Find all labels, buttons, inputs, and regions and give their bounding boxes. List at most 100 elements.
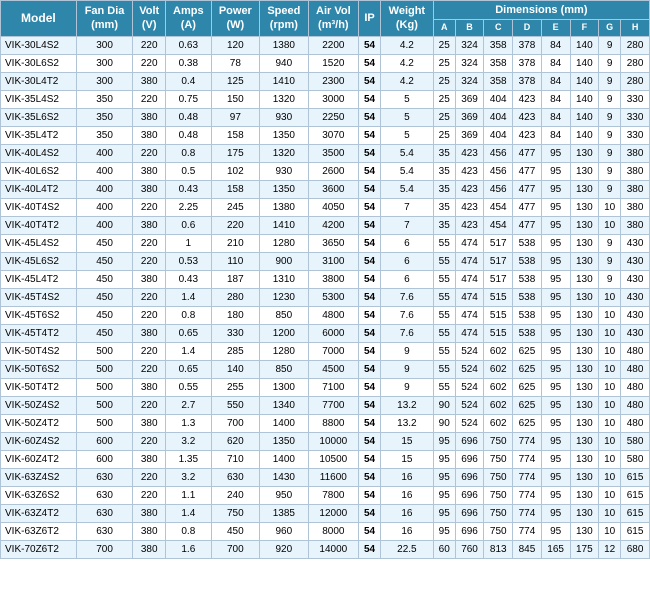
table-cell: 0.8 bbox=[166, 144, 212, 162]
table-cell: 369 bbox=[455, 126, 484, 144]
table-cell: 54 bbox=[359, 360, 381, 378]
table-cell: 380 bbox=[133, 324, 166, 342]
table-cell: 430 bbox=[621, 234, 650, 252]
table-row: VIK-63Z4S26302203.2630143011600541695696… bbox=[1, 468, 650, 486]
table-cell: 9 bbox=[599, 270, 621, 288]
table-cell: 450 bbox=[76, 270, 133, 288]
table-cell: VIK-50T6S2 bbox=[1, 360, 77, 378]
table-cell: 0.63 bbox=[166, 36, 212, 54]
table-cell: 0.65 bbox=[166, 324, 212, 342]
table-cell: 380 bbox=[621, 216, 650, 234]
table-cell: 95 bbox=[541, 414, 570, 432]
table-cell: 95 bbox=[541, 396, 570, 414]
table-cell: 1380 bbox=[260, 36, 309, 54]
table-cell: 25 bbox=[433, 72, 455, 90]
table-row: VIK-45L6S24502200.5311090031005465547451… bbox=[1, 252, 650, 270]
table-cell: 54 bbox=[359, 90, 381, 108]
table-cell: 500 bbox=[76, 396, 133, 414]
table-cell: 25 bbox=[433, 90, 455, 108]
table-cell: 454 bbox=[484, 216, 513, 234]
table-cell: 0.43 bbox=[166, 180, 212, 198]
table-cell: 7.6 bbox=[381, 288, 434, 306]
table-cell: 380 bbox=[133, 450, 166, 468]
col-dim-d: D bbox=[513, 20, 542, 37]
table-cell: 9 bbox=[599, 234, 621, 252]
table-cell: 54 bbox=[359, 36, 381, 54]
table-cell: 54 bbox=[359, 234, 381, 252]
table-cell: 1.4 bbox=[166, 342, 212, 360]
table-cell: 220 bbox=[133, 198, 166, 216]
table-cell: 35 bbox=[433, 216, 455, 234]
table-cell: 538 bbox=[513, 288, 542, 306]
table-cell: 165 bbox=[541, 540, 570, 558]
table-cell: 625 bbox=[513, 396, 542, 414]
table-cell: 477 bbox=[513, 180, 542, 198]
table-cell: 95 bbox=[541, 252, 570, 270]
table-cell: VIK-30L6S2 bbox=[1, 54, 77, 72]
table-cell: 330 bbox=[211, 324, 260, 342]
table-cell: 423 bbox=[513, 126, 542, 144]
table-cell: 524 bbox=[455, 414, 484, 432]
table-cell: VIK-45T4S2 bbox=[1, 288, 77, 306]
table-cell: 960 bbox=[260, 522, 309, 540]
table-cell: 380 bbox=[133, 504, 166, 522]
table-cell: 35 bbox=[433, 162, 455, 180]
table-cell: 380 bbox=[133, 180, 166, 198]
table-cell: 54 bbox=[359, 270, 381, 288]
table-cell: 696 bbox=[455, 504, 484, 522]
table-cell: 600 bbox=[76, 450, 133, 468]
table-cell: 130 bbox=[570, 216, 599, 234]
table-cell: 12000 bbox=[308, 504, 358, 522]
table-cell: 54 bbox=[359, 216, 381, 234]
table-cell: 1.4 bbox=[166, 504, 212, 522]
table-cell: 10 bbox=[599, 216, 621, 234]
table-cell: 404 bbox=[484, 108, 513, 126]
col-amps: Amps(A) bbox=[166, 1, 212, 37]
table-cell: 474 bbox=[455, 306, 484, 324]
table-cell: 524 bbox=[455, 378, 484, 396]
table-cell: 0.55 bbox=[166, 378, 212, 396]
table-cell: 280 bbox=[621, 72, 650, 90]
table-cell: 54 bbox=[359, 198, 381, 216]
table-cell: 1.1 bbox=[166, 486, 212, 504]
table-cell: 404 bbox=[484, 90, 513, 108]
table-cell: VIK-45T4T2 bbox=[1, 324, 77, 342]
table-cell: 4.2 bbox=[381, 72, 434, 90]
table-cell: 130 bbox=[570, 342, 599, 360]
table-row: VIK-63Z6T26303800.8450960800054169569675… bbox=[1, 522, 650, 540]
table-cell: 696 bbox=[455, 432, 484, 450]
table-row: VIK-30L4T23003800.412514102300544.225324… bbox=[1, 72, 650, 90]
table-cell: 400 bbox=[76, 144, 133, 162]
table-cell: 0.4 bbox=[166, 72, 212, 90]
table-cell: 450 bbox=[76, 324, 133, 342]
table-cell: 10000 bbox=[308, 432, 358, 450]
col-dim-a: A bbox=[433, 20, 455, 37]
table-cell: 55 bbox=[433, 342, 455, 360]
table-cell: 175 bbox=[570, 540, 599, 558]
table-cell: 84 bbox=[541, 126, 570, 144]
table-cell: 10 bbox=[599, 522, 621, 540]
table-cell: 324 bbox=[455, 36, 484, 54]
table-cell: 95 bbox=[541, 198, 570, 216]
table-cell: VIK-60Z4T2 bbox=[1, 450, 77, 468]
table-cell: VIK-30L4T2 bbox=[1, 72, 77, 90]
table-cell: 54 bbox=[359, 378, 381, 396]
table-cell: 280 bbox=[211, 288, 260, 306]
table-cell: 280 bbox=[621, 54, 650, 72]
table-cell: 845 bbox=[513, 540, 542, 558]
table-cell: 1200 bbox=[260, 324, 309, 342]
table-cell: 140 bbox=[211, 360, 260, 378]
table-cell: 95 bbox=[541, 234, 570, 252]
col-dimensions: Dimensions (mm) bbox=[433, 1, 649, 20]
table-cell: 54 bbox=[359, 180, 381, 198]
table-cell: 2.7 bbox=[166, 396, 212, 414]
table-cell: 130 bbox=[570, 324, 599, 342]
table-cell: 220 bbox=[133, 54, 166, 72]
table-cell: 615 bbox=[621, 522, 650, 540]
table-row: VIK-45L4T24503800.4318713103800546554745… bbox=[1, 270, 650, 288]
table-cell: 774 bbox=[513, 432, 542, 450]
table-cell: 180 bbox=[211, 306, 260, 324]
table-cell: 1340 bbox=[260, 396, 309, 414]
table-cell: 5 bbox=[381, 126, 434, 144]
col-dim-b: B bbox=[455, 20, 484, 37]
